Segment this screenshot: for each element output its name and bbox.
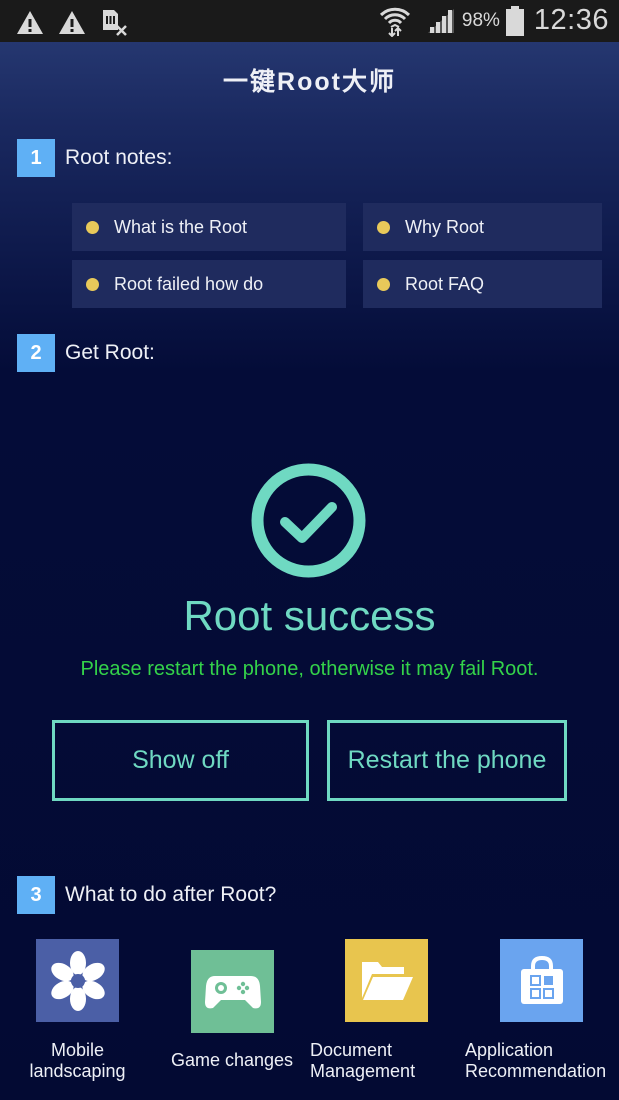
tool-tile[interactable] [500, 939, 583, 1022]
section-number-badge: 1 [17, 139, 55, 177]
note-root-faq[interactable]: Root FAQ [363, 260, 602, 308]
note-label: What is the Root [114, 216, 248, 237]
tool-label-line: Recommendation [465, 1061, 607, 1081]
tool-tile[interactable] [345, 939, 428, 1022]
app-title: 一键Root大师 [223, 68, 396, 96]
tool-label-line: Game changes [170, 1050, 294, 1070]
tool-label: Game changes [162, 1050, 302, 1071]
note-label: Why Root [405, 216, 485, 237]
section-label: Get Root: [65, 341, 155, 364]
bullet-dot-icon [86, 277, 99, 291]
section-number-badge: 3 [17, 876, 55, 914]
notification-icons [16, 8, 128, 36]
tool-label: Application Recommendation [465, 1040, 619, 1082]
section-label: Root notes: [65, 146, 173, 169]
folder-icon [361, 961, 413, 1000]
tool-label-line: Management [310, 1061, 416, 1081]
tool-label-line: landscaping [29, 1061, 126, 1081]
check-circle-icon [251, 463, 366, 578]
tool-label-line: Application [465, 1040, 554, 1060]
sim-missing-icon [103, 10, 127, 36]
flower-icon [50, 950, 105, 1011]
battery-percent: 98% [461, 9, 500, 31]
warning-icon [17, 10, 43, 34]
section-root-notes: 1 Root notes: [17, 139, 172, 177]
tool-label-line: Mobile [50, 1040, 105, 1060]
gamepad-icon [204, 975, 261, 1008]
section-get-root: 2 Get Root: [17, 334, 155, 372]
section-number-badge: 2 [17, 334, 55, 372]
signal-icon [427, 8, 454, 33]
battery-icon [505, 5, 524, 36]
bullet-dot-icon [377, 220, 390, 234]
section-label: What to do after Root? [65, 883, 277, 906]
wifi-icon [379, 7, 410, 37]
section-after-root: 3 What to do after Root? [17, 876, 276, 914]
tool-label: Document Management [310, 1040, 440, 1082]
note-label: Root failed how do [114, 273, 264, 294]
result-title: Root success [183, 592, 436, 639]
restart-phone-button[interactable]: Restart the phone [327, 720, 567, 801]
warning-icon [59, 10, 85, 34]
status-bar: 98% 12:36 [0, 0, 619, 42]
system-status: 98% 12:36 [378, 4, 609, 37]
tool-label-line: Document [310, 1040, 393, 1060]
note-root-failed[interactable]: Root failed how do [72, 260, 346, 308]
bullet-dot-icon [86, 220, 99, 234]
result-message: Please restart the phone, otherwise it m… [80, 658, 539, 680]
clock: 12:36 [533, 4, 609, 36]
note-label: Root FAQ [405, 273, 485, 294]
tool-tile[interactable] [191, 950, 274, 1033]
show-off-button[interactable]: Show off [52, 720, 309, 801]
shopping-bag-icon [520, 955, 563, 1004]
tool-tile[interactable] [36, 939, 119, 1022]
tool-label: Mobile landscaping [20, 1040, 135, 1082]
note-what-is-root[interactable]: What is the Root [72, 203, 346, 251]
bullet-dot-icon [377, 277, 390, 291]
note-why-root[interactable]: Why Root [363, 203, 602, 251]
